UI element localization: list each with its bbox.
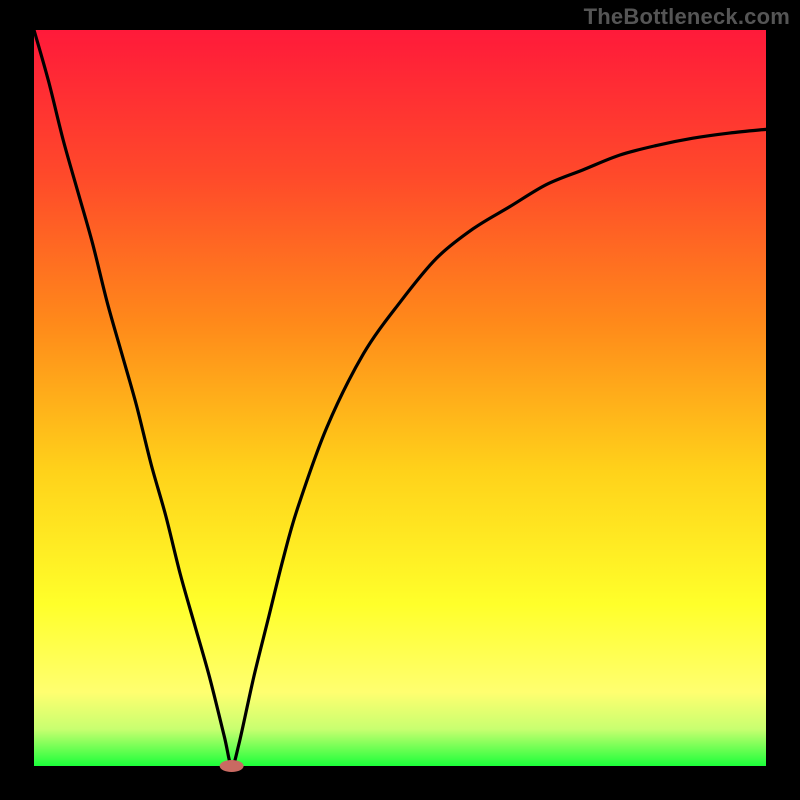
optimum-marker <box>220 760 244 772</box>
plot-background <box>34 30 766 766</box>
bottleneck-chart <box>0 0 800 800</box>
chart-frame: TheBottleneck.com <box>0 0 800 800</box>
